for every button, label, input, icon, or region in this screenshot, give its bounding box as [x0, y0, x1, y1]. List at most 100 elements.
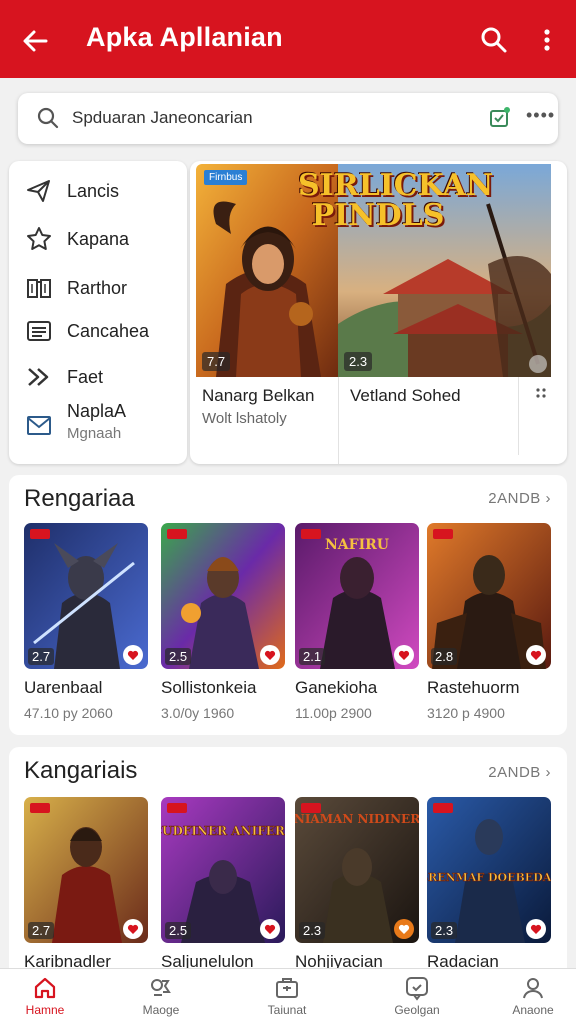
gamepad-icon	[151, 979, 171, 996]
game-card[interactable]: NAFIRU 2.1 Ganekioha 11.00p 2900	[295, 523, 419, 721]
search-icon[interactable]	[480, 26, 508, 54]
sidebar-item-label: Cancahea	[67, 320, 150, 341]
paper-plane-icon	[27, 180, 50, 202]
game-art: 2.8	[427, 523, 551, 669]
game-card[interactable]: CUDFINER ANIFERS 2.5 Saljunelulon	[161, 797, 285, 971]
profile-icon	[523, 978, 543, 999]
section-title: Rengariaa	[24, 485, 135, 512]
featured-logo-text: SIRLICKAN PINDLS	[298, 168, 494, 233]
rating-badge: 2.3	[299, 922, 326, 939]
see-more-label: 2ANDB	[488, 490, 541, 507]
game-card[interactable]: 2.7 Karibnadler	[24, 797, 148, 971]
overflow-menu-icon[interactable]	[537, 26, 557, 54]
game-tag	[30, 803, 50, 813]
home-icon	[34, 977, 56, 999]
heart-icon[interactable]	[260, 645, 280, 665]
see-more-label: 2ANDB	[488, 764, 541, 781]
sidebar-item-naplaa[interactable]: NaplaA Mgnaah	[9, 401, 187, 451]
see-more-link[interactable]: 2ANDB ›	[488, 764, 551, 781]
search-input[interactable]	[72, 103, 432, 133]
check-card-icon[interactable]	[488, 106, 512, 130]
rating-badge: 2.7	[28, 922, 55, 939]
kebab-menu-icon[interactable]	[535, 386, 547, 406]
game-art: NAFIRU 2.1	[295, 523, 419, 669]
game-meta: 47.10 py 2060	[24, 705, 113, 721]
nav-item-taiunat[interactable]: Taiunat	[237, 975, 337, 1017]
game-art: BRENMAF DOEBEDAS 2.3	[427, 797, 551, 943]
heart-icon[interactable]	[123, 645, 143, 665]
featured-badge: Firnbus	[204, 170, 248, 185]
game-art: CUDFINER ANIFERS 2.5	[161, 797, 285, 943]
rating-badge: 2.8	[431, 648, 458, 665]
more-dots[interactable]: ••••	[526, 105, 555, 126]
see-more-link[interactable]: 2ANDB ›	[488, 490, 551, 507]
game-card[interactable]: 2.8 Rastehuorm 3120 p 4900	[427, 523, 551, 721]
section-title: Kangariais	[24, 757, 138, 784]
side-menu: Lancis Kapana Rarthor Cancahea Faet Napl…	[9, 161, 187, 464]
game-card[interactable]: BRENMAF DOEBEDAS 2.3 Radacian	[427, 797, 551, 971]
sidebar-item-lancis[interactable]: Lancis	[9, 171, 187, 211]
sidebar-item-label: Lancis	[67, 180, 120, 201]
game-art: 2.7	[24, 797, 148, 943]
sidebar-item-label: Rarthor	[67, 277, 128, 298]
featured-panel: Firnbus 7.7 2.3 SIRLICKAN PINDLS Nanarg …	[190, 161, 567, 464]
rating-badge: 2.5	[165, 648, 192, 665]
game-tag	[301, 803, 321, 813]
sidebar-item-faet[interactable]: Faet	[9, 357, 187, 397]
game-tag	[301, 529, 321, 539]
heart-icon[interactable]	[394, 645, 414, 665]
app-bar: Apka Apllanian	[0, 0, 576, 78]
game-meta: 3120 p 4900	[427, 705, 505, 721]
divider	[518, 377, 519, 455]
game-art: 2.5	[161, 523, 285, 669]
sidebar-item-label: NaplaA	[67, 401, 127, 421]
section-kangariais: Kangariais 2ANDB › 2.7 Karibnadler CUDFI…	[9, 747, 567, 971]
nav-label: Taiunat	[267, 1003, 307, 1017]
sidebar-item-kapana[interactable]: Kapana	[9, 219, 187, 259]
sidebar-item-rarthor[interactable]: Rarthor	[9, 268, 187, 308]
nav-item-anaone[interactable]: Anaone	[483, 975, 576, 1017]
nav-label: Anaone	[512, 1003, 554, 1017]
list-icon	[27, 321, 51, 341]
section-rengariaa: Rengariaa 2ANDB › 2.7 Uarenbaal 47.10 py…	[9, 475, 567, 735]
game-logo-text: BRENMAF DOEBEDAS	[427, 871, 551, 884]
rating-badge: 2.7	[28, 648, 55, 665]
rating-badge: 2.3	[344, 352, 373, 371]
search-bar: ••••	[18, 93, 558, 144]
game-card[interactable]: 2.7 Uarenbaal 47.10 py 2060	[24, 523, 148, 721]
divider	[338, 377, 339, 464]
app-title: Apka Apllanian	[86, 22, 283, 52]
game-card[interactable]: 2.5 Sollistonkeia 3.0/0y 1960	[161, 523, 285, 721]
star-outline-icon	[27, 227, 51, 250]
bottom-navigation: Hamne Maoge Taiunat Geolgan Anaone	[0, 968, 576, 1024]
rating-badge: 2.3	[431, 922, 458, 939]
game-name: Uarenbaal	[24, 678, 103, 697]
nav-item-home[interactable]: Hamne	[0, 975, 95, 1017]
chat-icon	[406, 977, 428, 1001]
featured-title[interactable]: Vetland Sohed	[350, 386, 461, 406]
briefcase-icon	[276, 978, 298, 998]
back-arrow-icon[interactable]	[20, 26, 50, 56]
featured-title[interactable]: Nanarg Belkan	[202, 386, 314, 406]
game-name: Ganekioha	[295, 678, 378, 697]
heart-icon[interactable]	[260, 919, 280, 939]
game-name: Sollistonkeia	[161, 678, 257, 697]
rating-badge: 2.5	[165, 922, 192, 939]
search-icon	[37, 107, 59, 129]
game-card[interactable]: NIAMAN NIDINER 2.3 Nohjiyacian	[295, 797, 419, 971]
sidebar-item-sublabel: Mgnaah	[67, 425, 122, 442]
rating-badge: 7.7	[202, 352, 231, 371]
sidebar-item-cancahea[interactable]: Cancahea	[9, 311, 187, 351]
nav-item-geolgan[interactable]: Geolgan	[367, 975, 467, 1017]
heart-icon[interactable]	[526, 645, 546, 665]
game-name: Rastehuorm	[427, 678, 520, 697]
heart-icon[interactable]	[394, 919, 414, 939]
sidebar-item-label: Faet	[67, 366, 104, 387]
game-logo-text: CUDFINER ANIFERS	[161, 824, 285, 838]
nav-item-maoge[interactable]: Maoge	[111, 975, 211, 1017]
game-tag	[167, 529, 187, 539]
game-tag	[433, 529, 453, 539]
game-art: NIAMAN NIDINER 2.3	[295, 797, 419, 943]
heart-icon[interactable]	[526, 919, 546, 939]
heart-icon[interactable]	[123, 919, 143, 939]
